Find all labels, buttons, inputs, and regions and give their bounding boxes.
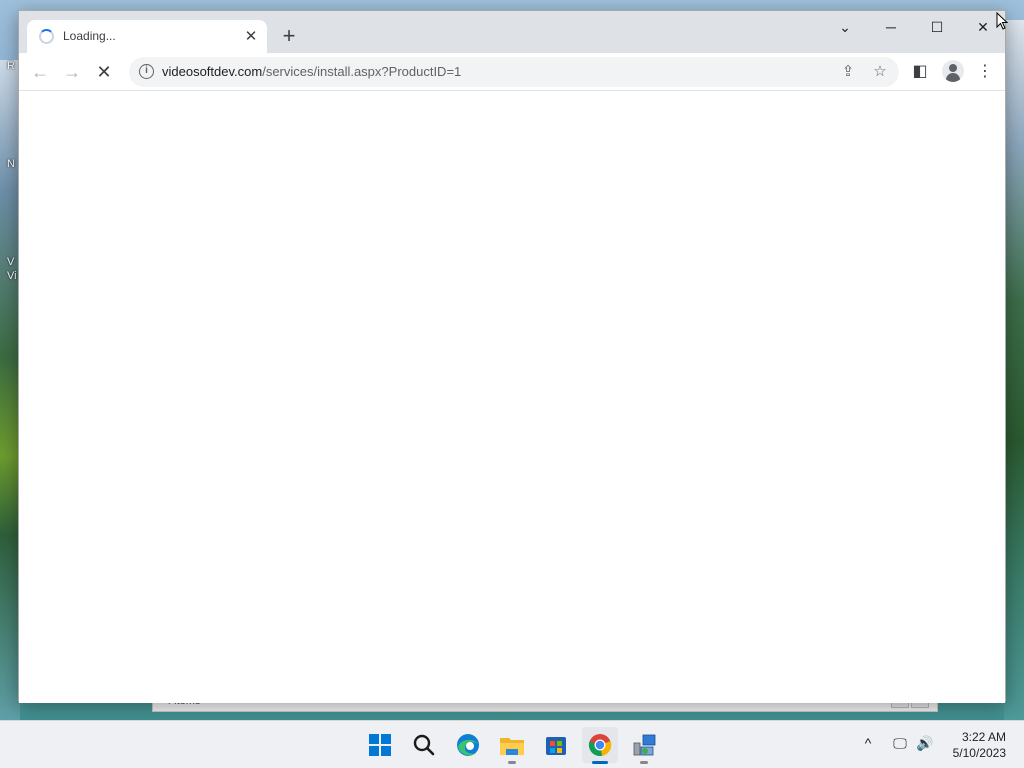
folder-icon: [500, 738, 524, 755]
browser-window: Loading... ✕ + ⌄ ─ ☐ ✕ ← → ✕ i videosoft…: [18, 10, 1006, 703]
taskbar-chrome-button[interactable]: [582, 727, 618, 764]
clock-time: 3:22 AM: [961, 730, 1006, 744]
tab-active[interactable]: Loading... ✕: [27, 20, 267, 53]
start-button[interactable]: [362, 727, 398, 763]
search-icon: [413, 734, 435, 756]
url-path: /services/install.aspx?ProductID=1: [262, 64, 462, 79]
store-icon: [546, 737, 566, 755]
tab-strip: Loading... ✕ + ⌄ ─ ☐ ✕: [19, 11, 1005, 53]
desktop-icon-label[interactable]: Vi: [7, 270, 17, 282]
loading-spinner-icon: [39, 29, 54, 44]
show-hidden-icons-chevron[interactable]: ^: [858, 735, 878, 755]
share-icon[interactable]: ⇪: [836, 60, 860, 84]
url-host: videosoftdev.com: [162, 64, 263, 79]
bookmark-star-icon[interactable]: ☆: [868, 60, 892, 84]
volume-icon[interactable]: 🔊: [915, 735, 935, 755]
network-status-icon[interactable]: 🖵: [890, 735, 910, 755]
url-text[interactable]: videosoftdev.com/services/install.aspx?P…: [162, 64, 461, 79]
desktop-wallpaper-right: [1004, 20, 1024, 720]
network-computer-icon: [633, 734, 656, 756]
page-content-blank: [19, 91, 1005, 703]
tab-title: Loading...: [63, 29, 116, 43]
tab-close-button[interactable]: ✕: [241, 27, 261, 47]
avatar-head: [949, 64, 957, 72]
maximize-button[interactable]: ☐: [917, 15, 957, 39]
taskbar-file-explorer-button[interactable]: [494, 727, 530, 764]
taskbar: ^ 🖵 🔊 3:22 AM 5/10/2023: [0, 720, 1024, 768]
edge-icon: [457, 734, 479, 756]
profile-avatar-icon[interactable]: [942, 60, 964, 82]
forward-button[interactable]: →: [58, 58, 86, 86]
system-clock[interactable]: 3:22 AM 5/10/2023: [953, 729, 1006, 761]
taskbar-store-button[interactable]: [538, 727, 574, 763]
clock-date: 5/10/2023: [952, 746, 1006, 760]
tab-search-button[interactable]: ⌄: [825, 15, 865, 39]
minimize-button[interactable]: ─: [871, 15, 911, 39]
desktop-icon-label[interactable]: V: [7, 256, 14, 268]
avatar-body: [946, 73, 960, 82]
desktop-icon-label[interactable]: R: [7, 60, 15, 72]
site-info-icon[interactable]: i: [139, 64, 154, 79]
windows-start-icon: [369, 734, 391, 756]
browser-toolbar: ← → ✕ i videosoftdev.com/services/instal…: [19, 53, 1005, 91]
chrome-icon: [588, 734, 612, 756]
taskbar-edge-button[interactable]: [450, 727, 486, 763]
back-button[interactable]: ←: [26, 58, 54, 86]
browser-menu-icon[interactable]: ⋮: [971, 58, 999, 86]
address-bar[interactable]: i videosoftdev.com/services/install.aspx…: [129, 57, 899, 87]
desktop-icon-label[interactable]: N: [7, 158, 15, 170]
taskbar-network-app-button[interactable]: [626, 727, 662, 764]
stop-loading-button[interactable]: ✕: [90, 58, 118, 86]
new-tab-button[interactable]: +: [277, 25, 301, 49]
mouse-cursor-icon: [996, 12, 1008, 30]
side-panel-icon[interactable]: ◧: [906, 58, 934, 86]
taskbar-search-button[interactable]: [406, 727, 442, 763]
